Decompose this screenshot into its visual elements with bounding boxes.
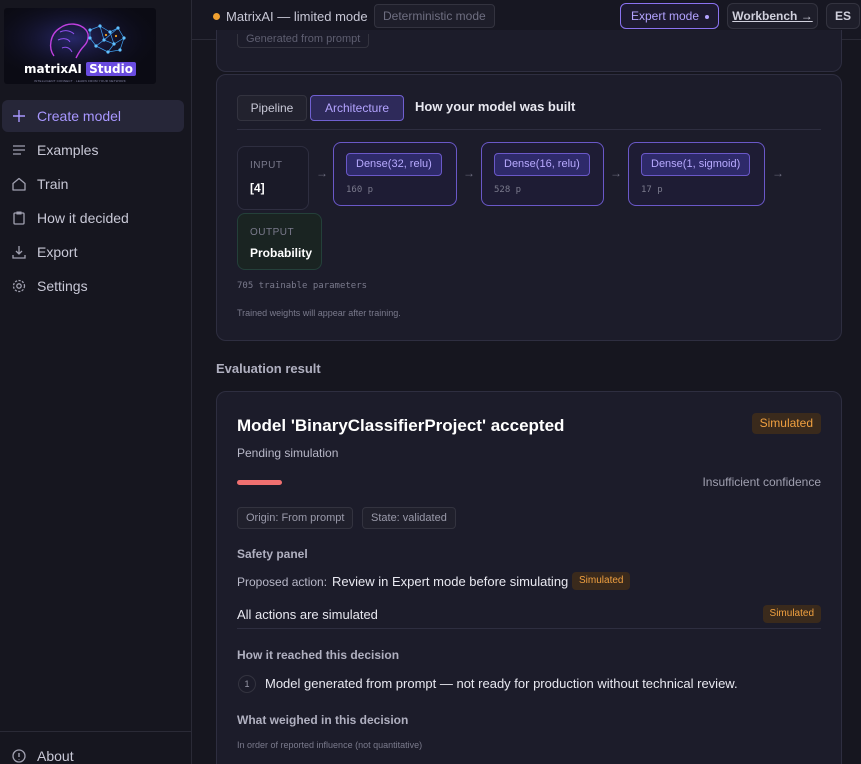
input-label: INPUT [250, 160, 283, 171]
layer-node[interactable]: Dense(32, relu) 160 p [333, 142, 457, 206]
sidebar-item-label: Create model [37, 108, 122, 124]
arrow-icon: → [772, 166, 784, 180]
origin-tag: Generated from prompt [237, 34, 370, 48]
sidebar-footer: About [0, 731, 192, 764]
input-node: INPUT [4] [237, 146, 309, 210]
layer-node[interactable]: Dense(1, sigmoid) 17 p [628, 142, 765, 206]
confidence-text: Insufficient confidence [702, 475, 821, 489]
evaluation-title: Model 'BinaryClassifierProject' accepted [237, 416, 565, 435]
sidebar-item-create-model[interactable]: Create model [2, 100, 184, 132]
layer-params: 160 p [346, 185, 374, 195]
sidebar-nav: Create model Examples Train How it decid… [0, 100, 192, 304]
expert-mode-button[interactable]: Expert mode [620, 3, 719, 29]
layer-params: 528 p [494, 185, 522, 195]
layer-node[interactable]: Dense(16, relu) 528 p [481, 142, 604, 206]
output-label: OUTPUT [250, 227, 295, 238]
output-node: OUTPUT Probability [237, 213, 322, 270]
layer-name: Dense(32, relu) [346, 153, 442, 176]
reached-heading: How it reached this decision [237, 648, 400, 662]
architecture-heading: How your model was built [415, 99, 576, 114]
layer-name: Dense(1, sigmoid) [641, 153, 751, 176]
home-icon [11, 176, 27, 192]
weighed-heading: What weighed in this decision [237, 713, 409, 727]
logo-wordmark: matrixAI Studio [4, 62, 156, 76]
about-label: About [37, 748, 74, 764]
divider [237, 129, 821, 130]
architecture-card: Pipeline Architecture How your model was… [216, 74, 842, 341]
safety-heading: Safety panel [237, 547, 308, 561]
simulated-badge: Simulated [572, 572, 631, 590]
arrow-icon: → [610, 166, 622, 180]
output-value: Probability [250, 246, 313, 260]
list-icon [11, 142, 27, 158]
workbench-button[interactable]: Workbench → [727, 3, 818, 29]
active-dot-icon [705, 14, 710, 19]
influence-note: In order of reported influence (not quan… [237, 740, 423, 750]
sidebar-item-label: How it decided [37, 210, 129, 226]
arrow-icon: → [316, 166, 328, 180]
sidebar-item-examples[interactable]: Examples [2, 134, 184, 166]
divider [237, 628, 821, 629]
info-icon [11, 748, 27, 764]
arrow-icon: → [463, 166, 475, 180]
sidebar-item-export[interactable]: Export [2, 236, 184, 268]
sidebar-item-label: Settings [37, 278, 88, 294]
sidebar-item-how-it-decided[interactable]: How it decided [2, 202, 184, 234]
expert-mode-label: Expert mode [631, 9, 700, 23]
simulated-badge: Simulated [762, 605, 821, 623]
gear-icon [11, 278, 27, 294]
status-dot-icon [213, 13, 220, 20]
download-icon [11, 244, 27, 260]
sidebar-item-settings[interactable]: Settings [2, 270, 184, 302]
input-value: [4] [250, 181, 265, 195]
sidebar-item-train[interactable]: Train [2, 168, 184, 200]
proposed-action-value: Review in Expert mode before simulating [332, 574, 569, 589]
layer-name: Dense(16, relu) [494, 153, 590, 176]
weights-note: Trained weights will appear after traini… [237, 308, 401, 318]
logo-tagline: INTELLIGENT CONNECT · LEARN FROM YOUR NE… [34, 79, 126, 83]
trainable-parameters: 705 trainable parameters [237, 281, 368, 291]
evaluation-subtitle: Pending simulation [237, 446, 339, 460]
simulated-badge: Simulated [751, 413, 821, 434]
section-title: Evaluation result [216, 361, 321, 376]
sidebar-item-label: Examples [37, 142, 99, 158]
plus-icon [11, 108, 27, 124]
step-number: 1 [238, 675, 256, 693]
sidebar: matrixAI Studio INTELLIGENT CONNECT · LE… [0, 0, 192, 764]
layer-params: 17 p [641, 185, 663, 195]
status-text: MatrixAI — limited mode [226, 9, 368, 24]
step-text: Model generated from prompt — not ready … [265, 676, 738, 691]
about-link[interactable]: About [11, 748, 74, 764]
origin-tag: Origin: From prompt [237, 507, 354, 529]
previous-card: Generated from prompt [216, 30, 842, 72]
proposed-action-label: Proposed action: [237, 575, 328, 589]
sidebar-item-label: Export [37, 244, 78, 260]
evaluation-card: Model 'BinaryClassifierProject' accepted… [216, 391, 842, 764]
clipboard-icon [11, 210, 27, 226]
sidebar-item-label: Train [37, 176, 69, 192]
deterministic-mode-toggle[interactable]: Deterministic mode [374, 4, 495, 28]
tab-pipeline[interactable]: Pipeline [237, 95, 307, 121]
language-button[interactable]: ES [826, 3, 860, 29]
tab-architecture[interactable]: Architecture [310, 95, 404, 121]
logo[interactable]: matrixAI Studio INTELLIGENT CONNECT · LE… [4, 8, 156, 84]
all-simulated-text: All actions are simulated [237, 607, 378, 622]
state-tag: State: validated [362, 507, 456, 529]
confidence-bar [237, 480, 282, 485]
